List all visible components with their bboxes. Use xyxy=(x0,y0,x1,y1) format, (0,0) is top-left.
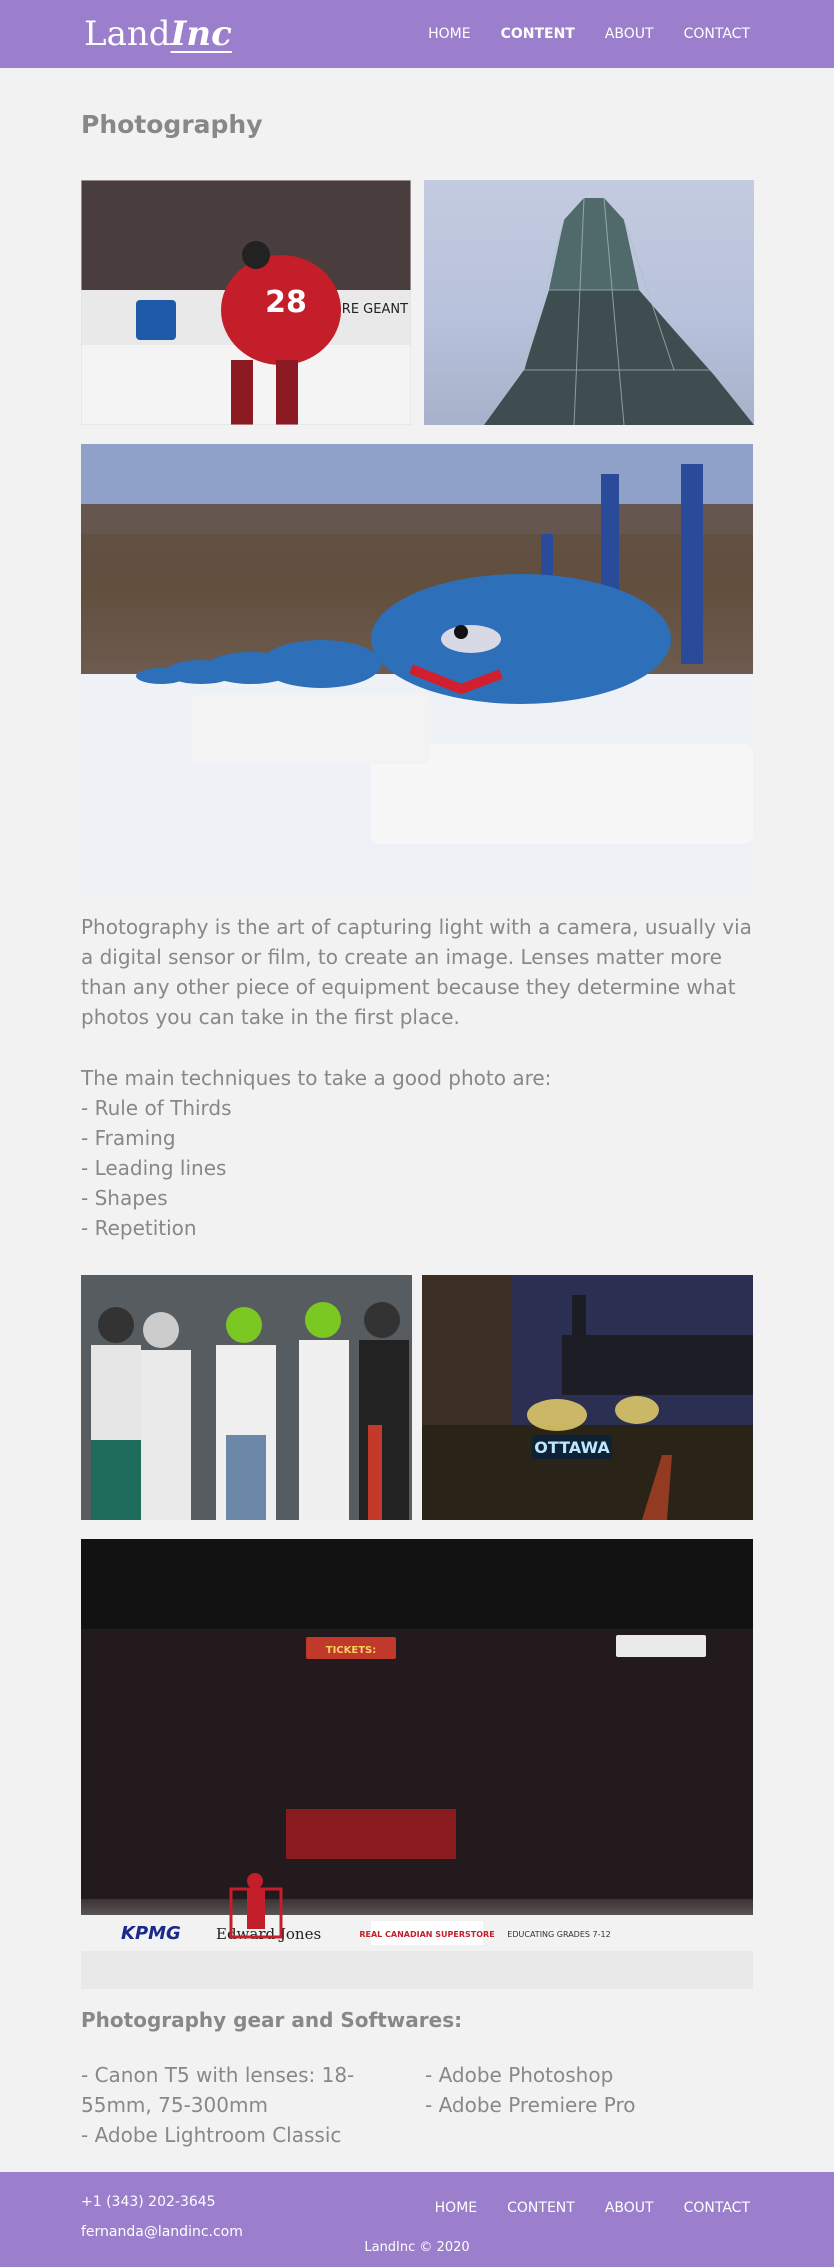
skateboarders-scene xyxy=(81,1275,412,1520)
arena-ad-school: EDUCATING GRADES 7-12 xyxy=(507,1930,610,1939)
page-title: Photography xyxy=(81,110,263,139)
photo-ottawa-night: OTTAWA xyxy=(422,1275,753,1520)
technique-item: - Rule of Thirds xyxy=(81,1096,232,1120)
technique-item: - Framing xyxy=(81,1126,176,1150)
gear-list-left: - Canon T5 with lenses: 18-55mm, 75-300m… xyxy=(81,2060,411,2150)
logo-land: Land xyxy=(84,14,171,54)
techniques-intro: The main techniques to take a good photo… xyxy=(81,1066,552,1090)
ottawa-sign: OTTAWA xyxy=(534,1438,610,1457)
logo-inc: Inc xyxy=(170,14,232,54)
nav-contact[interactable]: CONTACT xyxy=(684,24,750,44)
hockey-jersey-number: 28 xyxy=(265,285,307,320)
arena-ad-superstore: REAL CANADIAN SUPERSTORE xyxy=(359,1930,494,1939)
dragon-boats-scene xyxy=(81,444,753,894)
footer-nav-home[interactable]: HOME xyxy=(435,2200,477,2216)
technique-item: - Repetition xyxy=(81,1216,197,1240)
gear-item: - Adobe Premiere Pro xyxy=(425,2093,636,2117)
arena-tickets-sign: TICKETS: xyxy=(326,1645,376,1656)
footer-copyright: LandInc © 2020 xyxy=(364,2240,470,2255)
gear-title: Photography gear and Softwares: xyxy=(81,2008,463,2032)
footer-phone[interactable]: +1 (343) 202-3645 xyxy=(81,2194,216,2210)
footer-nav: HOME CONTENT ABOUT CONTACT xyxy=(435,2200,750,2216)
gear-item: - Adobe Photoshop xyxy=(425,2063,614,2087)
gear-list-right: - Adobe Photoshop - Adobe Premiere Pro xyxy=(425,2060,755,2120)
footer-nav-contact[interactable]: CONTACT xyxy=(684,2200,750,2216)
photo-glass-building xyxy=(424,180,754,425)
gear-item: - Adobe Lightroom Classic xyxy=(81,2123,342,2147)
photo-hockey-player: TIGRE GEANT 28 xyxy=(81,180,411,425)
hockey-scene: TIGRE GEANT 28 xyxy=(81,180,411,425)
nav-content[interactable]: CONTENT xyxy=(501,24,575,44)
site-header: LandInc HOME CONTENT ABOUT CONTACT xyxy=(0,0,834,68)
footer-nav-content[interactable]: CONTENT xyxy=(507,2200,575,2216)
arena-scene: TICKETS: KPMG Edward Jones REAL CANADIAN… xyxy=(81,1539,753,1989)
photo-dragon-boats xyxy=(81,444,753,894)
main-nav: HOME CONTENT ABOUT CONTACT xyxy=(428,24,750,44)
site-footer: +1 (343) 202-3645 fernanda@landinc.com H… xyxy=(0,2172,834,2267)
photography-description: Photography is the art of capturing ligh… xyxy=(81,915,752,1029)
glass-building-scene xyxy=(484,197,754,425)
footer-email[interactable]: fernanda@landinc.com xyxy=(81,2224,243,2240)
photo-skateboarders xyxy=(81,1275,412,1520)
gear-item: - Canon T5 with lenses: 18-55mm, 75-300m… xyxy=(81,2063,355,2117)
techniques-section: The main techniques to take a good photo… xyxy=(81,1063,753,1243)
nav-home[interactable]: HOME xyxy=(428,24,470,44)
technique-item: - Shapes xyxy=(81,1186,168,1210)
footer-nav-about[interactable]: ABOUT xyxy=(605,2200,654,2216)
photo-hockey-arena: TICKETS: KPMG Edward Jones REAL CANADIAN… xyxy=(81,1539,753,1989)
ottawa-night-scene: OTTAWA xyxy=(422,1275,753,1520)
technique-item: - Leading lines xyxy=(81,1156,227,1180)
site-logo[interactable]: LandInc xyxy=(84,12,232,56)
nav-about[interactable]: ABOUT xyxy=(605,24,654,44)
arena-ad-kpmg: KPMG xyxy=(121,1923,181,1944)
